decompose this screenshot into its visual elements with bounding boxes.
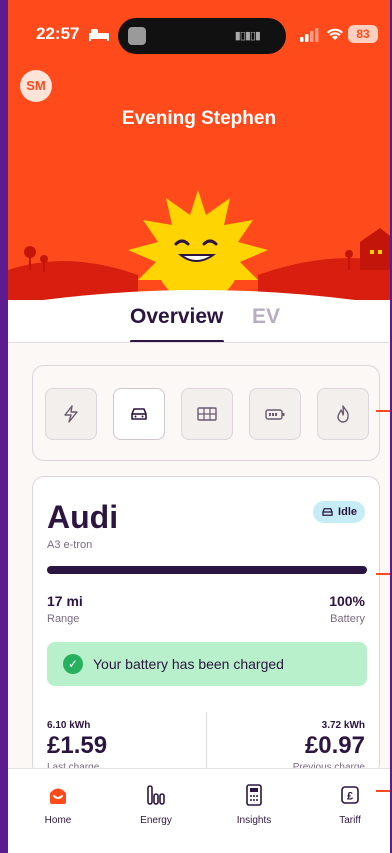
nav-home[interactable]: Home: [18, 783, 98, 826]
previous-charge-cost: £0.97: [304, 732, 365, 759]
check-icon: ✓: [63, 654, 83, 674]
last-charge-kwh: 6.10 kWh: [47, 720, 91, 731]
signal-icon: [300, 28, 319, 42]
gas-button[interactable]: [317, 388, 369, 440]
battery-indicator: 83: [348, 25, 378, 43]
tab-ev[interactable]: EV: [252, 305, 280, 329]
ev-button[interactable]: [113, 388, 165, 440]
battery-icon: [265, 409, 285, 420]
charged-message: Your battery has been charged: [93, 656, 284, 672]
audio-wave-icon: ▮▯▮▯▮: [234, 30, 261, 42]
solar-button[interactable]: [181, 388, 233, 440]
last-charge-cost: £1.59: [47, 732, 108, 759]
solar-panel-icon: [197, 407, 217, 421]
sunset-illustration: [8, 190, 390, 300]
wifi-icon: [327, 28, 343, 40]
hero-banner: 22:57 ▮▯▮▯▮ 83 SM Evening Stephen: [8, 0, 390, 300]
status-time: 22:57: [36, 24, 80, 43]
electricity-button[interactable]: [45, 388, 97, 440]
ev-card[interactable]: Audi A3 e-tron Idle 17 mi Range 100% Bat…: [32, 476, 380, 776]
battery-progress-fill: [47, 566, 367, 574]
frame-edge: [0, 0, 8, 853]
battery-progress-bar: [47, 566, 367, 574]
tab-overview[interactable]: Overview: [130, 305, 223, 329]
bottom-nav: Home Energy Insights £ Tariff: [8, 768, 390, 853]
dynamic-island: ▮▯▮▯▮: [118, 18, 286, 54]
user-avatar[interactable]: SM: [20, 70, 52, 102]
sun-icon: [128, 190, 268, 300]
range-label: Range: [47, 613, 80, 625]
nav-energy[interactable]: Energy: [116, 783, 196, 826]
charge-divider: [206, 712, 207, 772]
car-icon: [322, 508, 333, 516]
lightning-icon: [64, 405, 78, 423]
charged-banner: ✓ Your battery has been charged: [47, 642, 367, 686]
island-app-icon: [128, 27, 146, 45]
nav-insights[interactable]: Insights: [214, 783, 294, 826]
sleep-focus-icon: [89, 29, 109, 41]
tab-bar: Overview EV: [8, 305, 390, 345]
status-badge: Idle: [313, 501, 365, 523]
calculator-icon: [246, 784, 262, 806]
car-model: A3 e-tron: [47, 539, 93, 551]
nav-energy-label: Energy: [140, 815, 172, 826]
energy-chart-icon: [147, 785, 165, 805]
home-icon: [50, 788, 66, 804]
battery-value: 100%: [329, 593, 365, 609]
battery-label: Battery: [330, 613, 365, 625]
battery-button[interactable]: [249, 388, 301, 440]
car-icon: [131, 408, 147, 420]
annotation-marker: [376, 573, 390, 575]
flame-icon: [337, 405, 349, 423]
annotation-marker: [376, 410, 390, 412]
annotation-marker: [376, 790, 390, 792]
greeting-title: Evening Stephen: [121, 108, 277, 129]
phone-screen: 22:57 ▮▯▮▯▮ 83 SM Evening Stephen Overvi…: [8, 0, 390, 853]
pound-icon: £: [341, 786, 359, 804]
nav-home-label: Home: [44, 815, 72, 826]
svg-text:£: £: [347, 791, 353, 803]
previous-charge-kwh: 3.72 kWh: [321, 720, 365, 731]
nav-insights-label: Insights: [236, 815, 272, 826]
content-area: Audi A3 e-tron Idle 17 mi Range 100% Bat…: [8, 343, 390, 776]
nav-tariff-label: Tariff: [339, 815, 361, 826]
car-name: Audi: [47, 499, 119, 535]
status-label: Idle: [338, 506, 357, 518]
range-value: 17 mi: [47, 593, 83, 609]
device-selector: [32, 365, 380, 461]
status-bar: 22:57 ▮▯▮▯▮ 83: [8, 18, 390, 54]
